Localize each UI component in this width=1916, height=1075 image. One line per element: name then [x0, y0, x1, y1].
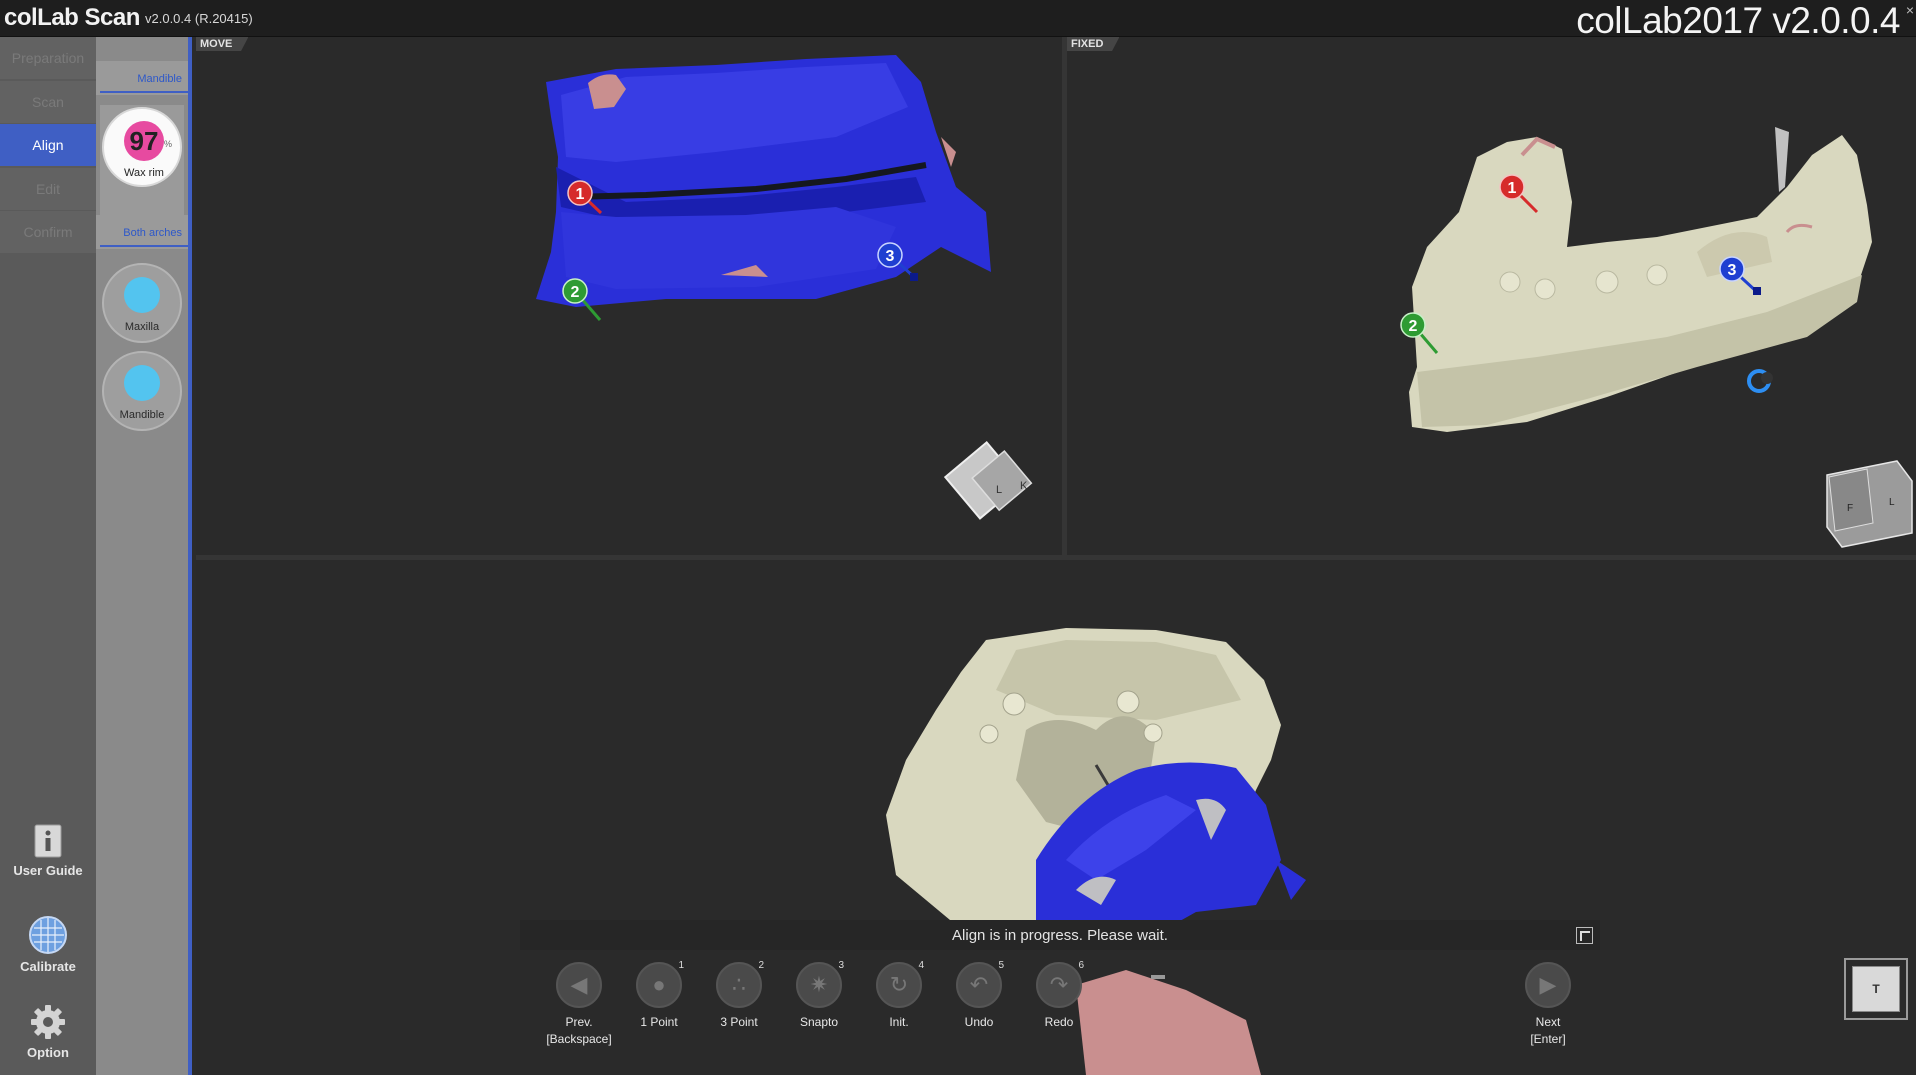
step-confirm[interactable]: Confirm — [0, 211, 96, 253]
close-icon[interactable]: × — [1906, 2, 1914, 18]
gear-icon — [31, 1005, 65, 1039]
wax-rim-value: 97 — [124, 121, 164, 161]
mandible-label: Mandible — [119, 409, 165, 421]
status-bar: Align is in progress. Please wait. — [520, 920, 1600, 950]
move-viewport-label: MOVE — [196, 37, 249, 51]
both-arches-section-header[interactable]: Both arches — [96, 215, 188, 249]
three-point-icon: ∴ 2 — [716, 960, 764, 1008]
scan-data-panel: Mandible 97 % Wax rim Both arches Maxill… — [96, 37, 192, 1075]
option-label: Option — [27, 1045, 69, 1060]
app-version: v2.0.0.4 (R.20415) — [145, 11, 253, 26]
option-button[interactable]: Option — [0, 1003, 96, 1060]
marker-2-fixed-label: 2 — [1409, 318, 1418, 335]
wax-rim-card[interactable]: 97 % Wax rim — [100, 105, 184, 225]
move-scan-model: 1 2 3 L K — [536, 55, 1033, 520]
user-guide-label: User Guide — [13, 863, 83, 878]
status-message: Align is in progress. Please wait. — [952, 927, 1168, 944]
undo-shortcut: 5 — [998, 960, 1004, 971]
fixed-scan-model: 1 2 3 F L — [1400, 127, 1913, 548]
next-shortcut: [Enter] — [1530, 1032, 1566, 1046]
prev-icon: ◀ — [556, 962, 602, 1008]
snapto-icon: ✷ 3 — [796, 960, 844, 1008]
one-point-icon: ● 1 — [636, 960, 684, 1008]
marker-3-fixed-label: 3 — [1728, 262, 1737, 279]
expand-icon[interactable] — [1576, 927, 1593, 944]
calibrate-label: Calibrate — [20, 959, 76, 974]
prev-shortcut: [Backspace] — [546, 1032, 612, 1046]
init-shortcut: 4 — [918, 960, 924, 971]
move-viewport[interactable]: MOVE 1 2 3 L K — [196, 37, 1062, 555]
step-preparation[interactable]: Preparation — [0, 37, 96, 79]
prev-label: Prev. — [565, 1015, 593, 1029]
fixed-cube-face-l: L — [1889, 497, 1895, 508]
maxilla-label: Maxilla — [124, 321, 160, 333]
undo-button[interactable]: ↶ 5 Undo — [944, 960, 1014, 1031]
top-view-button[interactable]: T — [1844, 958, 1908, 1020]
prev-button[interactable]: ◀ Prev. [Backspace] — [544, 962, 614, 1048]
workflow-steps-sidebar: Preparation Scan Align Edit Confirm User… — [0, 37, 96, 1075]
mandible-color-dot — [124, 365, 160, 401]
init-button[interactable]: ↻ 4 Init. — [864, 960, 934, 1031]
build-version-overlay: colLab2017 v2.0.0.4 — [1576, 0, 1900, 41]
three-point-label: 3 Point — [720, 1015, 758, 1029]
maxilla-color-dot — [124, 277, 160, 313]
init-icon: ↻ 4 — [876, 960, 924, 1008]
next-icon: ▶ — [1525, 962, 1571, 1008]
undo-icon: ↶ 5 — [956, 960, 1004, 1008]
step-scan[interactable]: Scan — [0, 80, 96, 123]
snapto-label: Snapto — [799, 1015, 839, 1029]
redo-button[interactable]: ↷ 6 Redo — [1024, 960, 1094, 1031]
one-point-shortcut: 1 — [678, 960, 684, 971]
app-window: colLab Scan v2.0.0.4 (R.20415) colLab201… — [0, 0, 1916, 1075]
maxilla-item[interactable]: Maxilla — [102, 263, 182, 343]
redo-shortcut: 6 — [1078, 960, 1084, 971]
calibrate-grid-icon — [29, 916, 67, 954]
marker-2-move-label: 2 — [571, 284, 580, 301]
top-view-label: T — [1852, 966, 1900, 1012]
step-edit[interactable]: Edit — [0, 167, 96, 210]
fixed-orientation-cube[interactable]: F L — [1826, 460, 1913, 548]
wax-rim-progress-ring: 97 % Wax rim — [102, 107, 182, 187]
next-button[interactable]: ▶ Next [Enter] — [1513, 962, 1583, 1048]
fixed-viewport[interactable]: FIXED 1 2 3 F L — [1067, 37, 1916, 555]
user-guide-button[interactable]: User Guide — [0, 823, 96, 878]
move-cube-face-l: L — [996, 484, 1002, 496]
info-icon — [34, 824, 62, 858]
snapto-button[interactable]: ✷ 3 Snapto — [784, 960, 854, 1031]
undo-label: Undo — [964, 1015, 994, 1029]
redo-icon: ↷ 6 — [1036, 960, 1084, 1008]
one-point-button[interactable]: ● 1 1 Point — [624, 960, 694, 1031]
marker-1-fixed-label: 1 — [1508, 180, 1517, 197]
app-name: colLab Scan — [4, 4, 140, 31]
three-point-shortcut: 2 — [758, 960, 764, 971]
calibrate-button[interactable]: Calibrate — [0, 915, 96, 974]
move-cube-face-k: K — [1020, 480, 1028, 492]
redo-label: Redo — [1044, 1015, 1074, 1029]
three-point-button[interactable]: ∴ 2 3 Point — [704, 960, 774, 1031]
init-label: Init. — [889, 1015, 909, 1029]
title-bar: colLab Scan v2.0.0.4 (R.20415) colLab201… — [0, 0, 1916, 41]
next-label: Next — [1535, 1015, 1561, 1029]
fixed-viewport-label: FIXED — [1067, 37, 1120, 51]
one-point-label: 1 Point — [640, 1015, 678, 1029]
mandible-item[interactable]: Mandible — [102, 351, 182, 431]
move-orientation-cube[interactable]: L K — [943, 440, 1033, 520]
snapto-shortcut: 3 — [838, 960, 844, 971]
mandible-section-header[interactable]: Mandible — [96, 61, 188, 95]
step-align[interactable]: Align — [0, 124, 96, 166]
wax-rim-percent-sign: % — [164, 139, 173, 149]
fixed-cube-face-f: F — [1847, 503, 1853, 514]
marker-1-move-label: 1 — [576, 186, 585, 203]
marker-3-move-label: 3 — [886, 248, 895, 265]
wax-rim-label: Wax rim — [124, 167, 164, 179]
